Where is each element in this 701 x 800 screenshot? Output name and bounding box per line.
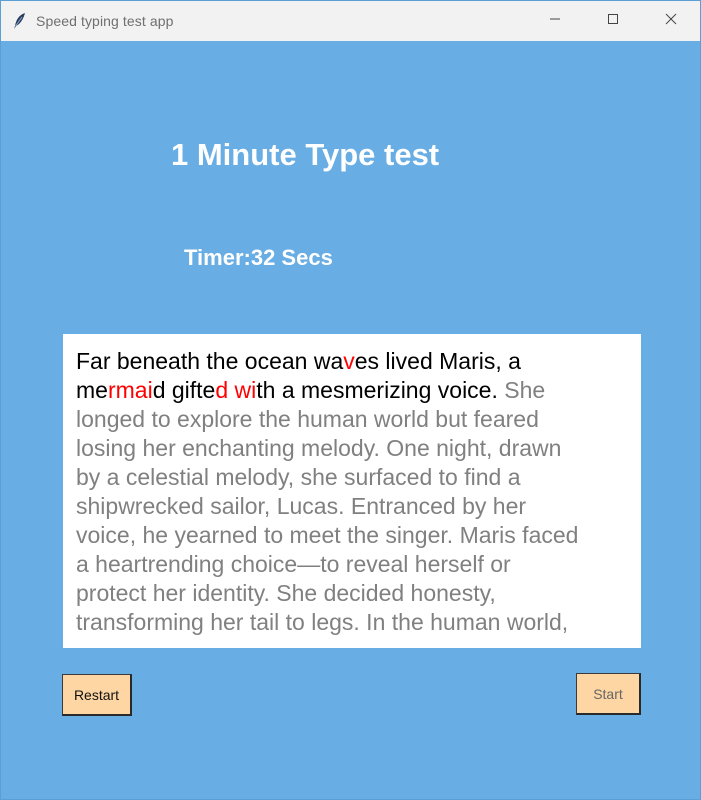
passage-segment-wrong: d bbox=[215, 377, 229, 403]
passage-line: voice, he yearned to meet the singer. Ma… bbox=[76, 521, 631, 550]
passage-line: by a celestial melody, she surfaced to f… bbox=[76, 463, 631, 492]
passage-segment-pending: shipwrecked sailor, Lucas. Entranced by … bbox=[76, 493, 527, 519]
passage-line: a heartrending choice—to reveal herself … bbox=[76, 550, 631, 579]
passage-line: protect her identity. She decided honest… bbox=[76, 579, 631, 608]
close-icon bbox=[665, 12, 677, 30]
passage-segment-typed: Far beneath the ocean wa bbox=[76, 348, 344, 374]
passage-line: transforming her tail to legs. In the hu… bbox=[76, 608, 631, 637]
feather-icon bbox=[12, 13, 28, 29]
page-title: 1 Minute Type test bbox=[171, 137, 440, 172]
passage-segment-pending: a heartrending choice—to reveal herself … bbox=[76, 551, 511, 577]
passage-line: shipwrecked sailor, Lucas. Entranced by … bbox=[76, 492, 631, 521]
maximize-button[interactable] bbox=[584, 1, 642, 41]
passage-segment-typed: me bbox=[76, 377, 108, 403]
start-button[interactable]: Start bbox=[576, 673, 641, 715]
maximize-icon bbox=[607, 12, 619, 30]
passage-segment-pending: longed to explore the human world but fe… bbox=[76, 406, 539, 432]
window-controls bbox=[526, 1, 700, 41]
passage-line: mermaid gifted with a mesmerizing voice.… bbox=[76, 376, 631, 405]
passage-segment-pending: voice, he yearned to meet the singer. Ma… bbox=[76, 522, 579, 548]
passage-segment-wrong: rmai bbox=[107, 377, 153, 403]
passage-segment-pending: losing her enchanting melody. One night,… bbox=[76, 435, 562, 461]
passage-segment-pending: protect her identity. She decided honest… bbox=[76, 580, 496, 606]
title-bar[interactable]: Speed typing test app bbox=[1, 1, 700, 41]
passage-line: losing her enchanting melody. One night,… bbox=[76, 434, 631, 463]
passage-line: Far beneath the ocean waves lived Maris,… bbox=[76, 347, 631, 376]
passage-segment-wrong: v bbox=[343, 348, 355, 374]
passage-segment-pending: She bbox=[497, 377, 546, 403]
minimize-icon bbox=[549, 12, 561, 30]
passage-segment-pending: transforming her tail to legs. In the hu… bbox=[76, 609, 569, 635]
passage-segment-wrong: wi bbox=[234, 377, 257, 403]
minimize-button[interactable] bbox=[526, 1, 584, 41]
passage-segment-typed: es lived Maris, a bbox=[354, 348, 521, 374]
passage-segment-typed: d gifte bbox=[152, 377, 216, 403]
passage-line: longed to explore the human world but fe… bbox=[76, 405, 631, 434]
passage-segment-pending: by a celestial melody, she surfaced to f… bbox=[76, 464, 521, 490]
typing-text-area[interactable]: Far beneath the ocean waves lived Maris,… bbox=[63, 334, 641, 648]
window-title: Speed typing test app bbox=[36, 13, 174, 29]
app-window: Speed typing test app 1 Minute Type test… bbox=[0, 0, 701, 800]
timer-label: Timer:32 Secs bbox=[184, 245, 333, 270]
close-button[interactable] bbox=[642, 1, 700, 41]
restart-button[interactable]: Restart bbox=[62, 674, 132, 716]
passage-segment-typed: th a mesmerizing voice. bbox=[256, 377, 498, 403]
